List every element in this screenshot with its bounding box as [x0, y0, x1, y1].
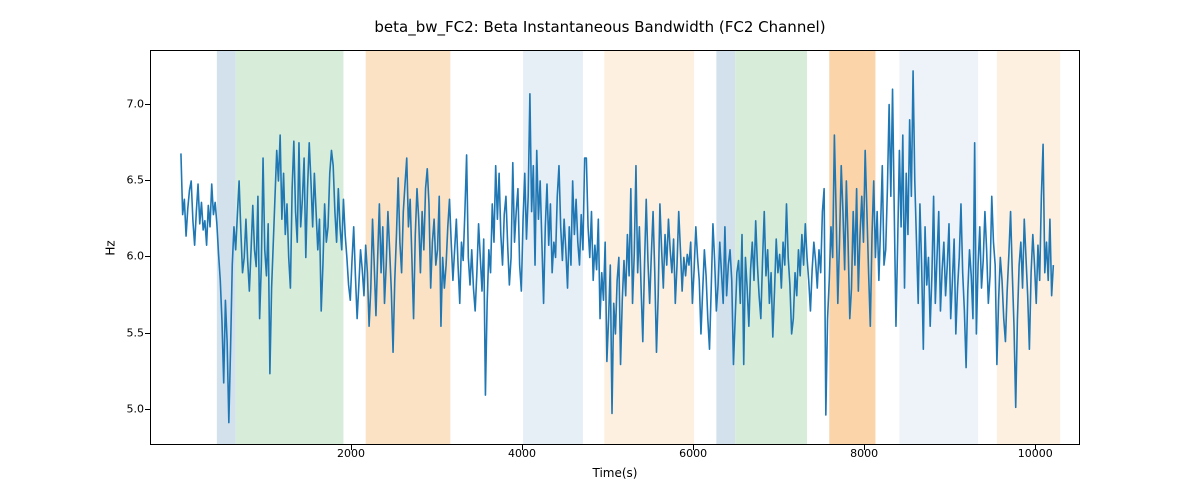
- x-tick-mark: [864, 445, 865, 450]
- y-tick-label: 5.0: [104, 403, 144, 416]
- y-tick-label: 7.0: [104, 97, 144, 110]
- x-tick-mark: [1035, 445, 1036, 450]
- x-tick-mark: [693, 445, 694, 450]
- y-tick-mark: [145, 104, 150, 105]
- y-tick-label: 6.5: [104, 173, 144, 186]
- x-tick-mark: [351, 445, 352, 450]
- plot-svg: [151, 51, 1079, 444]
- figure: beta_bw_FC2: Beta Instantaneous Bandwidt…: [0, 0, 1200, 500]
- x-axis-label: Time(s): [150, 466, 1080, 480]
- chart-title: beta_bw_FC2: Beta Instantaneous Bandwidt…: [0, 18, 1200, 36]
- plot-area: [150, 50, 1080, 445]
- y-tick-label: 6.0: [104, 250, 144, 263]
- y-tick-mark: [145, 180, 150, 181]
- x-tick-mark: [522, 445, 523, 450]
- y-tick-label: 5.5: [104, 326, 144, 339]
- y-tick-mark: [145, 409, 150, 410]
- y-tick-mark: [145, 256, 150, 257]
- y-tick-mark: [145, 333, 150, 334]
- highlight-band: [735, 51, 807, 444]
